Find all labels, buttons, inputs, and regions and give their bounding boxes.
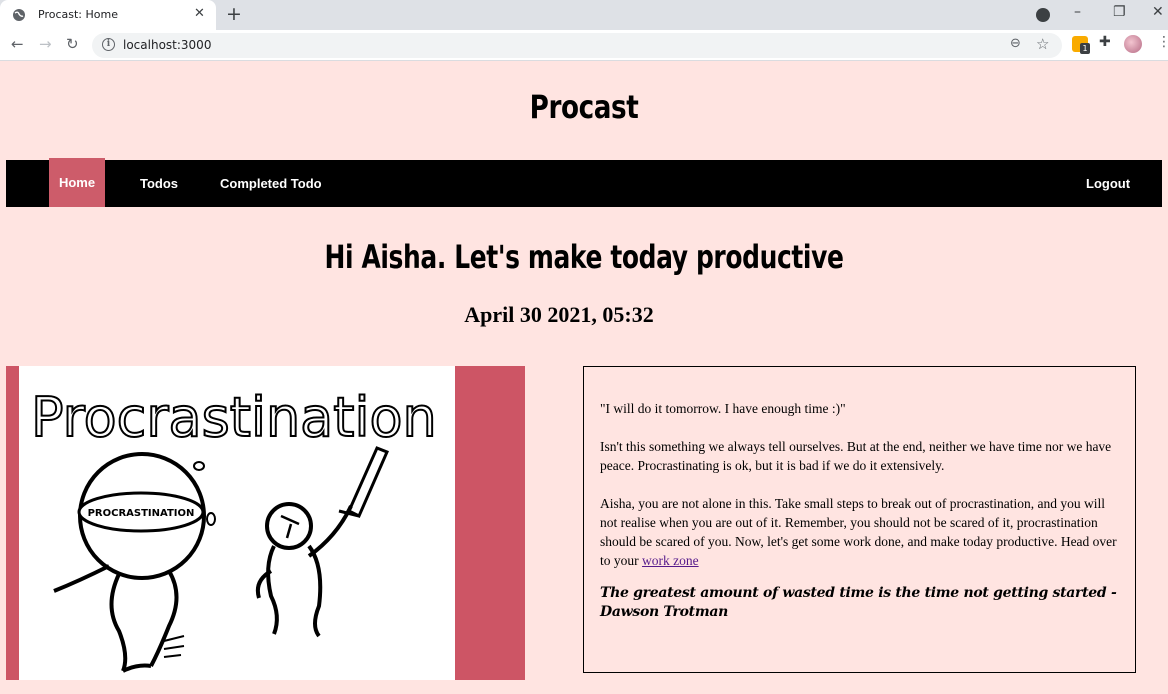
quote-paragraph-3: Aisha, you are not alone in this. Take s… <box>600 494 1119 570</box>
sweat-drop-shape-2 <box>206 512 216 526</box>
tab-close-icon[interactable]: ✕ <box>194 6 205 21</box>
quote-opening: "I will do it tomorrow. I have enough ti… <box>600 401 846 416</box>
profile-avatar[interactable] <box>1124 35 1142 53</box>
main-navbar: Home Todos Completed Todo Logout <box>6 158 1162 207</box>
extension-icon[interactable]: 1 <box>1072 36 1090 54</box>
nav-logout[interactable]: Logout <box>1086 160 1130 207</box>
motion-lines-shape <box>163 635 185 658</box>
arm-shape <box>53 564 110 593</box>
site-title: Procast <box>529 88 639 126</box>
extensions-puzzle-icon[interactable]: ✚ <box>1099 34 1111 50</box>
quote-citation: The greatest amount of wasted time is th… <box>600 585 1117 620</box>
quote-paragraph-2: Isn't this something we always tell ours… <box>600 439 1112 473</box>
back-arrow-icon[interactable]: ← <box>11 35 24 53</box>
current-datetime: April 30 2021, 05:32 <box>464 302 654 327</box>
tab-title: Procast: Home <box>38 8 118 21</box>
browser-tab-bar: Procast: Home ✕ + – ❐ ✕ <box>0 0 1168 30</box>
head-shape <box>265 502 313 550</box>
body-shape <box>109 573 128 672</box>
bookmark-star-icon[interactable]: ☆ <box>1036 35 1049 53</box>
extension-badge: 1 <box>1080 43 1090 54</box>
info-icon[interactable]: i <box>102 38 115 51</box>
reload-icon[interactable]: ↻ <box>66 35 79 53</box>
browser-tab[interactable]: Procast: Home ✕ <box>0 0 216 30</box>
close-window-button[interactable]: ✕ <box>1152 4 1164 20</box>
procrastination-illustration-panel: Procrastination PROCRASTINATION <box>6 366 525 680</box>
browser-toolbar: ← → ↻ i localhost:3000 ⊖ ☆ 1 ✚ ⋮ <box>0 30 1168 61</box>
sword-shape <box>338 446 389 519</box>
restore-button[interactable]: ❐ <box>1113 4 1126 20</box>
motivation-quote-box: "I will do it tomorrow. I have enough ti… <box>583 366 1136 673</box>
minimize-button[interactable]: – <box>1074 4 1081 20</box>
address-bar[interactable]: i localhost:3000 ⊖ ☆ <box>92 33 1062 58</box>
greeting-heading: Hi Aisha. Let's make today productive <box>324 238 844 276</box>
work-zone-link[interactable]: work zone <box>642 553 699 568</box>
face-shape <box>280 514 300 539</box>
torso-shape <box>266 545 279 635</box>
procrastination-drawing: Procrastination PROCRASTINATION <box>30 385 438 673</box>
profile-indicator-icon[interactable] <box>1036 8 1050 22</box>
body-shape-2 <box>149 569 179 667</box>
procrastination-illustration: Procrastination PROCRASTINATION <box>19 366 455 680</box>
new-tab-button[interactable]: + <box>226 3 242 25</box>
forward-arrow-icon[interactable]: → <box>39 35 52 53</box>
url-text[interactable]: localhost:3000 <box>123 38 211 52</box>
zoom-icon[interactable]: ⊖ <box>1010 36 1021 51</box>
nav-home[interactable]: Home <box>49 158 105 207</box>
ball-label: PROCRASTINATION <box>88 508 195 519</box>
globe-icon <box>13 9 25 21</box>
illustration-heading: Procrastination <box>31 386 437 449</box>
torso-shape-2 <box>307 544 323 638</box>
leg-shape <box>122 663 152 673</box>
browser-menu-icon[interactable]: ⋮ <box>1157 34 1168 50</box>
nav-todos[interactable]: Todos <box>140 160 178 207</box>
nav-completed-todo[interactable]: Completed Todo <box>220 160 322 207</box>
sweat-drop-shape <box>193 461 205 471</box>
